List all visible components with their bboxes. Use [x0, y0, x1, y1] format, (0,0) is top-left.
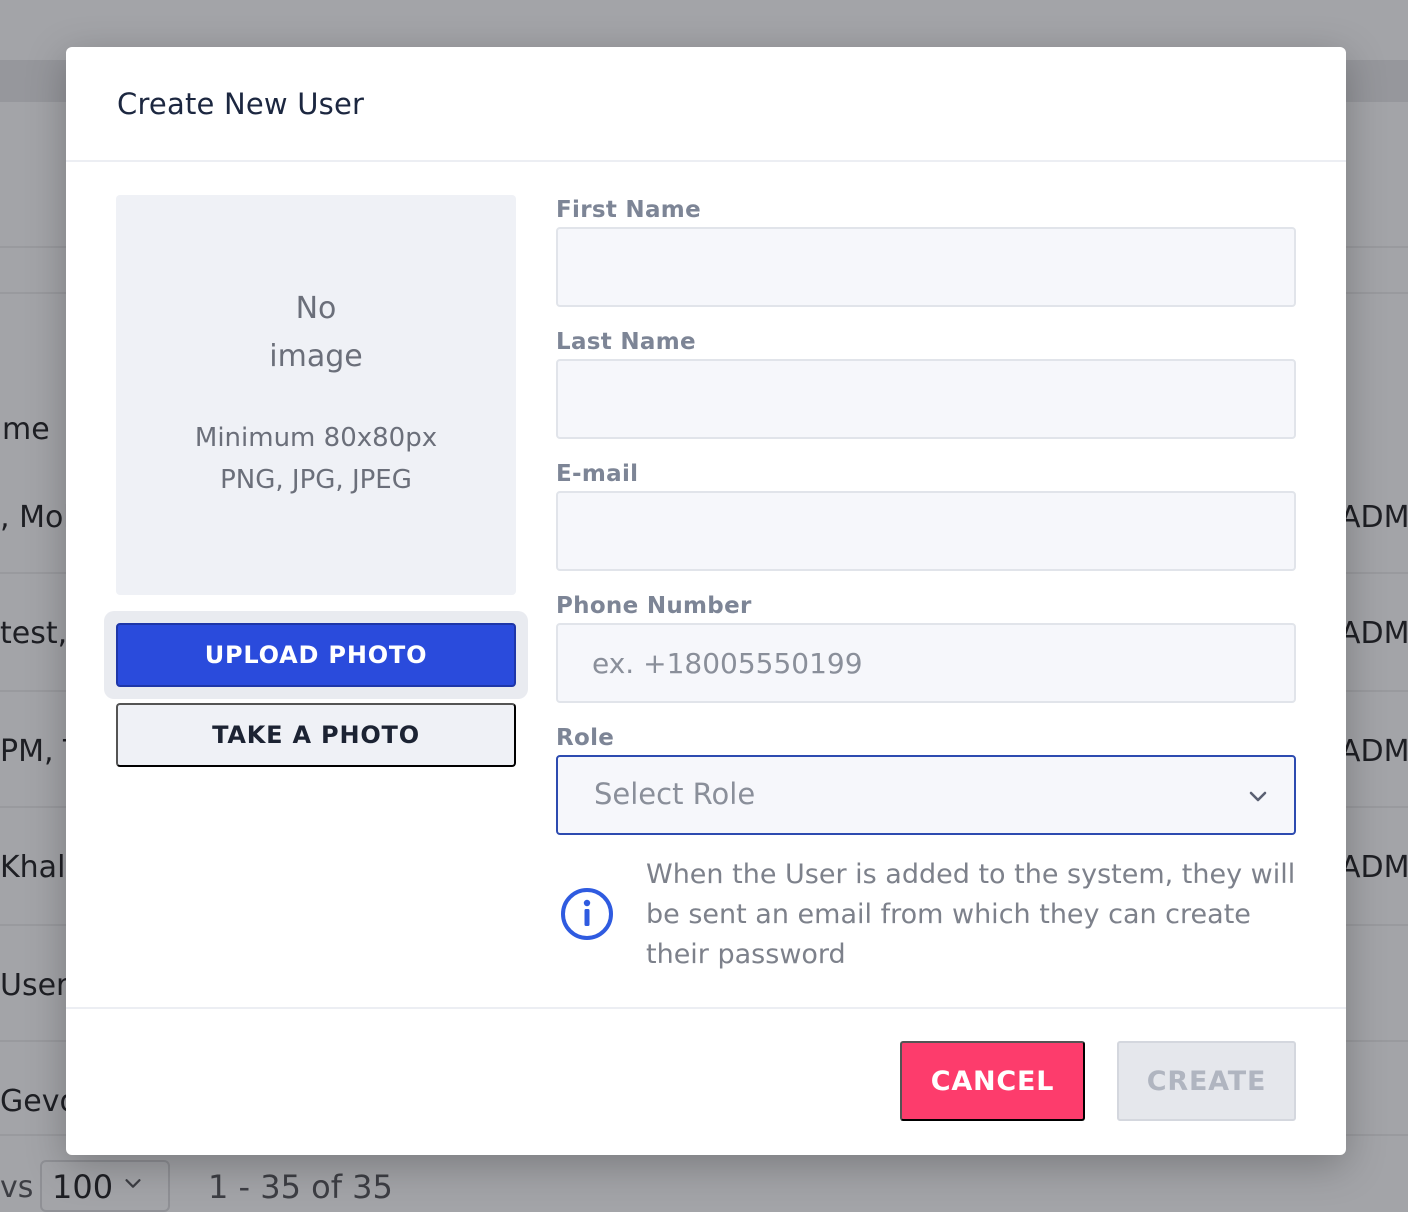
no-image-text: image [269, 339, 363, 374]
role-select-placeholder: Select Role [594, 777, 756, 811]
background-rows-label: vs [0, 1170, 34, 1205]
create-button[interactable]: CREATE [1117, 1041, 1296, 1121]
photo-requirement: PNG, JPG, JPEG [220, 465, 412, 495]
photo-requirement: Minimum 80x80px [194, 423, 438, 453]
email-label: E-mail [556, 461, 639, 487]
pagination-range: 1 - 35 of 35 [208, 1168, 393, 1206]
phone-input[interactable] [556, 623, 1296, 703]
background-row-name: test, [0, 616, 68, 651]
first-name-label: First Name [556, 197, 701, 223]
take-photo-button[interactable]: TAKE A PHOTO [116, 703, 516, 767]
background-row-role: ADM. [1340, 616, 1408, 651]
first-name-input[interactable] [556, 227, 1296, 307]
modal-header: Create New User [66, 47, 1346, 162]
email-input[interactable] [556, 491, 1296, 571]
cancel-button[interactable]: CANCEL [900, 1041, 1085, 1121]
create-user-modal: Create New User No image Minimum 80x80px… [66, 47, 1346, 1155]
upload-photo-button[interactable]: UPLOAD PHOTO [116, 623, 516, 687]
last-name-label: Last Name [556, 329, 696, 355]
photo-preview: No image Minimum 80x80px PNG, JPG, JPEG [116, 195, 516, 595]
background-row-role: ADM. [1340, 734, 1408, 769]
chevron-down-icon [1249, 791, 1267, 802]
rows-per-page-value: 100 [52, 1168, 114, 1206]
role-select[interactable]: Select Role [556, 755, 1296, 835]
background-column-header: me [2, 412, 50, 447]
info-message: When the User is added to the system, th… [646, 859, 1296, 970]
phone-label: Phone Number [556, 593, 752, 619]
role-label: Role [556, 725, 615, 751]
chevron-down-icon [125, 1179, 141, 1188]
footer-divider [66, 1007, 1346, 1009]
upload-button-focus-ring: UPLOAD PHOTO [104, 611, 528, 699]
background-row-role: ADM. [1340, 850, 1408, 885]
no-image-text: No [295, 291, 337, 326]
info-icon [561, 888, 613, 940]
modal-title: Create New User [117, 87, 365, 121]
last-name-input[interactable] [556, 359, 1296, 439]
background-row-role: ADM. [1340, 500, 1408, 535]
